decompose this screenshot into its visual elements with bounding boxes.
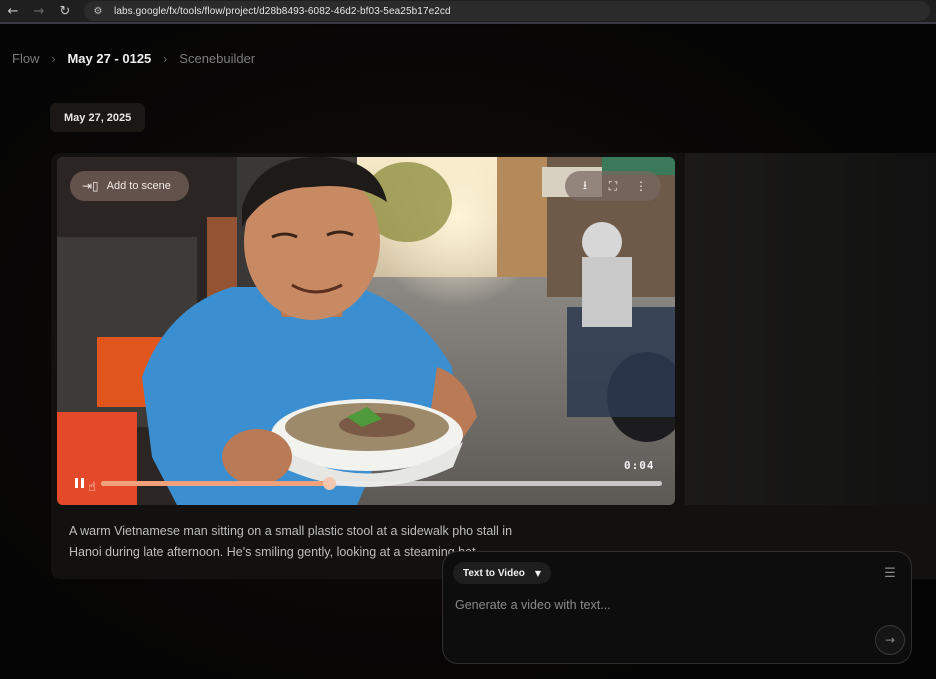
hand-cursor-icon: ☝ (88, 480, 96, 495)
mode-label: Text to Video (463, 567, 525, 579)
breadcrumb: Flow › May 27 - 0125 › Scenebuilder (12, 51, 255, 66)
progress-fill (101, 481, 329, 486)
url-text[interactable]: labs.google/fx/tools/flow/project/d28b84… (114, 6, 451, 17)
download-icon[interactable]: ⭳ (573, 174, 597, 198)
prompt-input[interactable] (455, 594, 855, 616)
video-player[interactable]: ⇥▯ Add to scene ⭳ ⛶ ⋮ 0:04 ☝ (57, 157, 675, 505)
add-to-scene-icon: ⇥▯ (82, 179, 99, 193)
breadcrumb-scenebuilder[interactable]: Scenebuilder (179, 51, 255, 66)
pause-icon[interactable] (71, 475, 87, 491)
video-frame (57, 157, 675, 505)
chevron-right-icon: › (51, 51, 56, 66)
send-arrow-icon[interactable]: → (875, 625, 905, 655)
video-tools: ⭳ ⛶ ⋮ (565, 171, 661, 201)
more-vert-icon[interactable]: ⋮ (629, 174, 653, 198)
mode-dropdown[interactable]: Text to Video ▼ (453, 562, 552, 584)
breadcrumb-project[interactable]: May 27 - 0125 (67, 51, 151, 66)
prompt-composer: Text to Video ▼ ☰ → (442, 551, 912, 664)
progress-bar[interactable] (101, 477, 662, 490)
next-clip-placeholder (685, 153, 936, 505)
site-info-icon[interactable]: ⚙ (90, 3, 106, 19)
arrow-left-icon[interactable]: ← (0, 0, 26, 23)
video-timecode: 0:04 (624, 459, 655, 472)
fullscreen-icon[interactable]: ⛶ (601, 174, 625, 198)
page: Flow › May 27 - 0125 › Scenebuilder May … (0, 26, 936, 679)
add-to-scene-button[interactable]: ⇥▯ Add to scene (70, 171, 189, 201)
add-to-scene-label: Add to scene (106, 180, 171, 192)
progress-thumb[interactable] (322, 477, 336, 490)
caret-down-icon: ▼ (534, 568, 542, 578)
tune-icon[interactable]: ☰ (881, 564, 899, 582)
address-bar[interactable]: ⚙ labs.google/fx/tools/flow/project/d28b… (84, 1, 930, 21)
breadcrumb-flow[interactable]: Flow (12, 51, 39, 66)
arrow-right-icon[interactable]: → (26, 0, 52, 23)
reload-icon[interactable]: ↻ (52, 0, 78, 23)
browser-toolbar: ← → ↻ ⚙ labs.google/fx/tools/flow/projec… (0, 0, 936, 24)
chevron-right-icon: › (163, 51, 168, 66)
date-label: May 27, 2025 (50, 103, 146, 132)
